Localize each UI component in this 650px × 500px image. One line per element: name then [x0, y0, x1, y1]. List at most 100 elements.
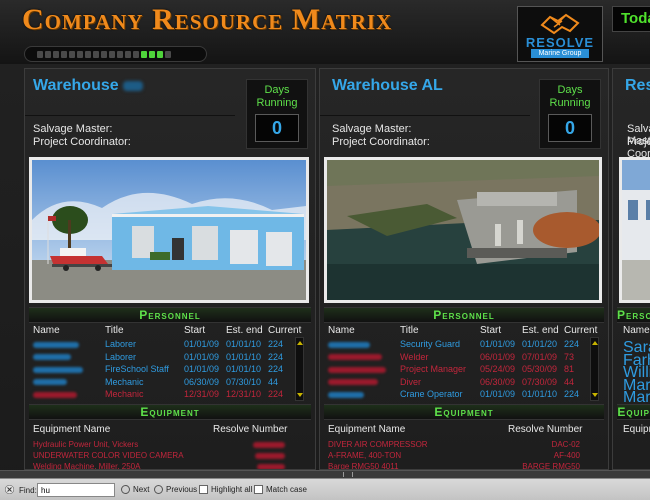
page-dot[interactable]: [149, 50, 155, 58]
personnel-header: Personnel: [324, 307, 604, 323]
cell-current: 44: [564, 376, 575, 387]
warehouse-building-image: [32, 160, 306, 300]
personnel-scrollbar[interactable]: [590, 337, 599, 401]
cell-end: 05/30/09: [522, 364, 558, 375]
cell-title: Security Guard: [400, 339, 461, 349]
equipment-row[interactable]: Welding Machine, Miller, 250A: [33, 462, 295, 469]
equipment-row[interactable]: Hydraulic Power Unit, Vickers: [33, 440, 295, 449]
cell-end: 07/30/10: [226, 376, 262, 387]
page-dot[interactable]: [157, 50, 163, 58]
page-dot[interactable]: [45, 50, 51, 58]
resolve-number: [255, 451, 285, 460]
page-dot[interactable]: [93, 50, 99, 58]
table-row[interactable]: Diver 06/30/09 07/30/09 44: [320, 377, 588, 389]
cell-current: 224: [268, 339, 284, 349]
cell-title: Laborer: [105, 339, 137, 349]
handshake-icon: [540, 13, 580, 35]
find-label: Find:: [19, 486, 37, 495]
table-row[interactable]: Project Manager 05/24/09 05/30/09 81: [320, 364, 588, 376]
find-input[interactable]: [37, 483, 115, 497]
cell-title: Welder: [400, 351, 429, 362]
warehouse-al-panel: Warehouse AL Days Running 0 Salvage Mast…: [319, 68, 609, 470]
redacted-name: [33, 339, 79, 349]
page-dot[interactable]: [61, 50, 67, 58]
page-dot[interactable]: [101, 50, 107, 58]
cell-title: Diver: [400, 376, 422, 387]
cell-start: 01/01/09: [480, 339, 516, 349]
cell-end: 01/01/10: [226, 339, 262, 349]
warehouse-panel: Warehouse Days Running 0 Salvage Master:…: [24, 68, 316, 470]
page-dot[interactable]: [53, 50, 59, 58]
table-row[interactable]: Laborer 01/01/09 01/01/10 224: [25, 352, 293, 364]
equipment-name: Barge RMG50 4011: [328, 462, 399, 470]
cell-title: FireSchool Staff: [105, 364, 169, 375]
personnel-scrollbar[interactable]: [295, 337, 304, 401]
cell-title: Laborer: [105, 351, 137, 362]
cell-start: 06/30/09: [184, 376, 220, 387]
cell-end: 01/01/20: [522, 339, 558, 349]
warehouse-title: Warehouse AL: [332, 77, 443, 94]
cell-start: 06/01/09: [480, 351, 516, 362]
cell-start: 12/31/09: [184, 389, 220, 400]
header: Company Resource Matrix RESOLVE Marine G…: [0, 0, 650, 64]
pane-splitter[interactable]: [0, 470, 650, 478]
equipment-row[interactable]: DIVER AIR COMPRESSOR DAC-02: [328, 440, 590, 449]
cell-start: 06/30/09: [480, 376, 516, 387]
redacted-name: [33, 352, 71, 362]
days-running-count: 0: [548, 114, 592, 142]
equipment-row[interactable]: Barge RMG50 4011 BARGE RMG50: [328, 462, 590, 470]
cell-end: 01/01/10: [522, 389, 558, 400]
page-dot[interactable]: [165, 50, 171, 58]
table-row[interactable]: Laborer 01/01/09 01/01/10 224: [25, 339, 293, 351]
cell-end: 07/01/09: [522, 351, 558, 362]
warehouse-photo: [619, 157, 650, 303]
arrow-down-icon: [121, 485, 130, 494]
page-dot[interactable]: [117, 50, 123, 58]
find-next-button[interactable]: Next: [121, 485, 149, 494]
days-running-count: 0: [255, 114, 299, 142]
redacted-name: [33, 389, 77, 399]
warehouse-title: Res: [625, 77, 650, 94]
page-dot[interactable]: [37, 50, 43, 58]
project-coordinator-label: Project Coordinator:: [33, 136, 131, 148]
find-previous-button[interactable]: Previous: [154, 485, 197, 494]
page-dot[interactable]: [133, 50, 139, 58]
table-row[interactable]: Crane Operator 01/01/09 01/01/10 224: [320, 389, 588, 401]
checkbox-icon: [254, 485, 263, 494]
cell-start: 01/01/09: [184, 351, 220, 362]
equipment-row[interactable]: UNDERWATER COLOR VIDEO CAMERA: [33, 451, 295, 460]
equipment-row[interactable]: A-FRAME, 400-TON AF-400: [328, 451, 590, 460]
cell-current: 224: [564, 389, 580, 400]
table-row[interactable]: Mechanic 06/30/09 07/30/10 44: [25, 377, 293, 389]
page-dot[interactable]: [85, 50, 91, 58]
redacted-name: [33, 364, 83, 374]
resolve-number: DAC-02: [551, 440, 580, 449]
page-dot[interactable]: [141, 50, 147, 58]
table-row[interactable]: Security Guard 01/01/09 01/01/20 224: [320, 339, 588, 351]
redacted-name: [328, 364, 386, 374]
cell-end: 07/30/09: [522, 376, 558, 387]
highlight-all-toggle[interactable]: Highlight all: [199, 485, 252, 494]
find-bar: Find: Next Previous Highlight all Match …: [0, 478, 650, 500]
company-logo: RESOLVE Marine Group: [517, 6, 603, 62]
page-dot[interactable]: [125, 50, 131, 58]
aerial-site-image: [327, 160, 599, 300]
cell-title: Project Manager: [400, 364, 467, 375]
page-indicator[interactable]: [24, 46, 207, 62]
close-icon[interactable]: [5, 485, 14, 494]
page-dot[interactable]: [77, 50, 83, 58]
table-row[interactable]: FireSchool Staff 01/01/09 01/01/10 224: [25, 364, 293, 376]
today-display: Today: [612, 6, 650, 32]
resolve-number: [257, 462, 285, 469]
table-row[interactable]: Mechanic 12/31/09 12/31/10 224: [25, 389, 293, 401]
redacted-name: [328, 339, 370, 349]
page-dot[interactable]: [69, 50, 75, 58]
match-case-checkbox[interactable]: Match case: [254, 485, 307, 494]
table-row[interactable]: Welder 06/01/09 07/01/09 73: [320, 352, 588, 364]
cell-end: 01/01/10: [226, 364, 262, 375]
page-dot[interactable]: [109, 50, 115, 58]
cell-start: 01/01/09: [184, 364, 220, 375]
redacted-name: [328, 389, 364, 399]
personnel-header: Personnel: [29, 307, 311, 323]
resolve-number: AF-400: [553, 451, 580, 460]
